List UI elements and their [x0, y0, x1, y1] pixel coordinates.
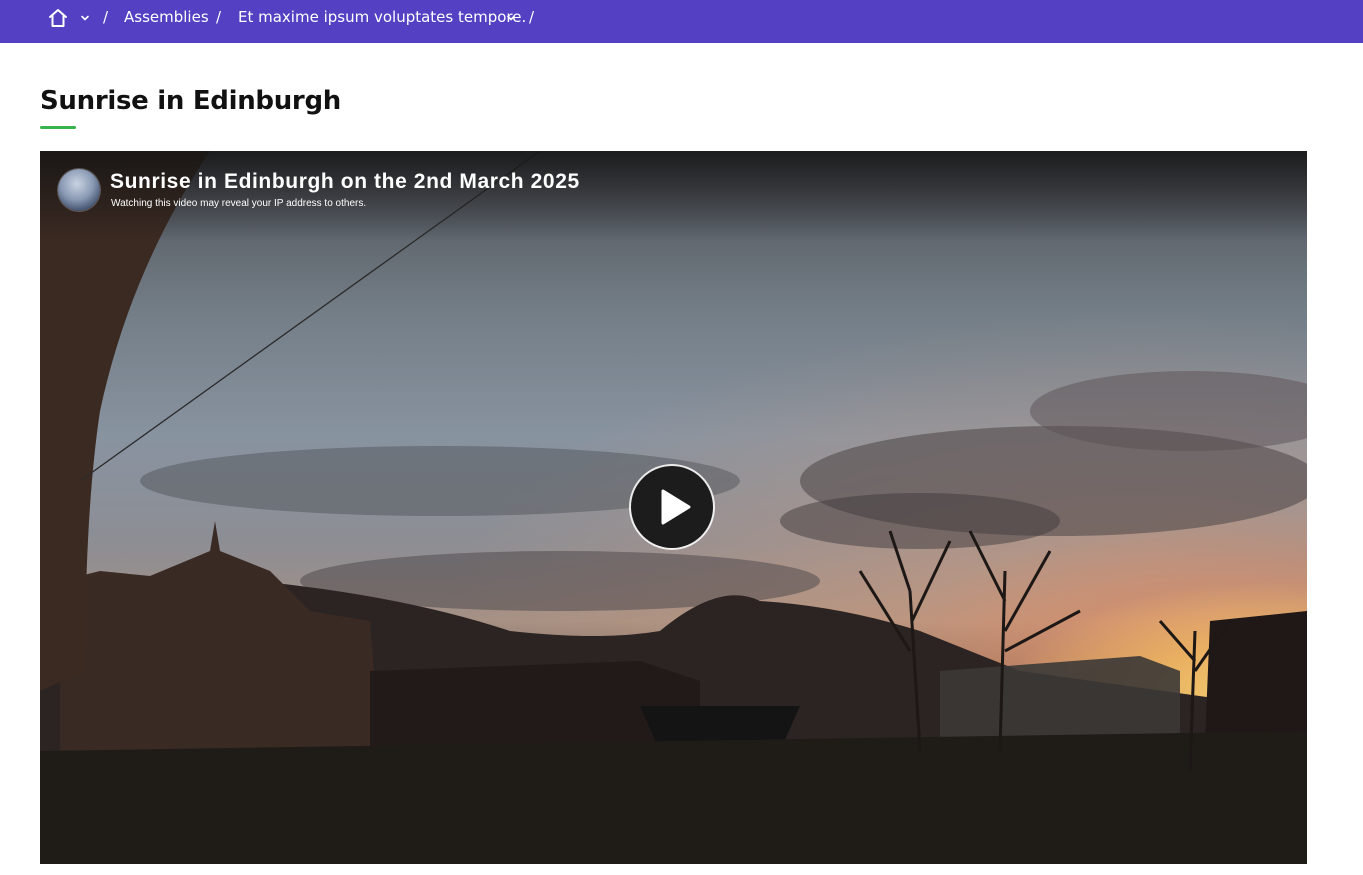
play-icon — [661, 489, 691, 525]
channel-avatar[interactable] — [58, 169, 100, 211]
video-title[interactable]: Sunrise in Edinburgh on the 2nd March 20… — [110, 170, 580, 194]
breadcrumb-bar: / Assemblies / Et maxime ipsum voluptate… — [0, 0, 1363, 43]
privacy-notice: Watching this video may reveal your IP a… — [111, 198, 367, 209]
breadcrumb-separator: / — [529, 8, 535, 26]
breadcrumb-item-assembly[interactable]: Et maxime ipsum voluptates tempore. — [238, 8, 526, 26]
chevron-down-icon[interactable] — [506, 13, 516, 23]
home-icon[interactable] — [47, 7, 69, 29]
video-player[interactable]: Sunrise in Edinburgh on the 2nd March 20… — [40, 151, 1307, 864]
title-underline — [40, 126, 76, 129]
breadcrumb-separator: / — [216, 8, 222, 26]
page-title: Sunrise in Edinburgh — [40, 86, 341, 116]
breadcrumb-item-assemblies[interactable]: Assemblies — [124, 8, 209, 26]
breadcrumb-separator: / — [103, 8, 109, 26]
chevron-down-icon[interactable] — [80, 13, 90, 23]
title-shade — [40, 151, 1307, 241]
play-button[interactable] — [631, 466, 713, 548]
